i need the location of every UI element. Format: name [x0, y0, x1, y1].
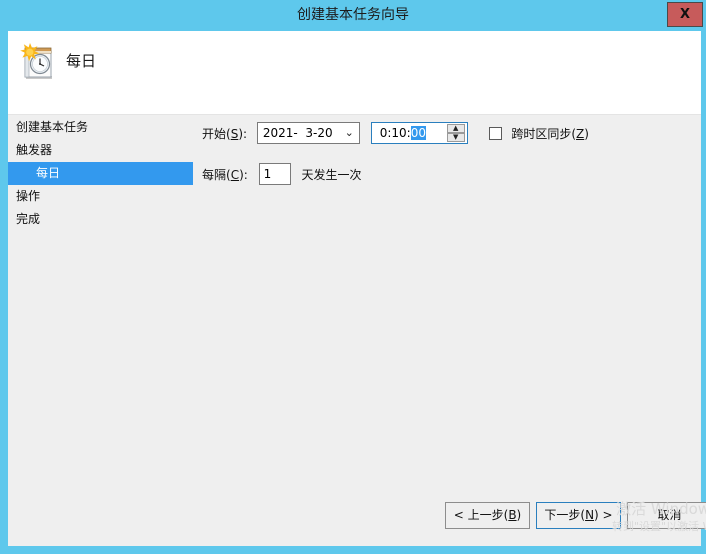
spin-up-icon[interactable]: ▲	[446, 124, 465, 133]
sync-timezone-label: 跨时区同步(Z)	[511, 126, 589, 141]
wizard-window: 创建基本任务向导 X 每日 创建基本任务 触发器 每日 操作 完成 开始(S):…	[0, 0, 706, 554]
spin-down-icon[interactable]: ▼	[446, 133, 465, 142]
start-date-value: 2021- 3-20	[262, 126, 333, 140]
start-time-selected-segment: 00	[410, 126, 426, 140]
back-button[interactable]: < 上一步(B)	[445, 502, 530, 529]
dialog-footer: < 上一步(B) 下一步(N) > 取消	[8, 490, 706, 546]
header-band: 每日	[8, 31, 701, 115]
recurrence-row: 每隔(C): 1 天发生一次	[202, 163, 361, 185]
start-time-value: 0:10:00	[379, 126, 426, 140]
sync-timezone-checkbox[interactable]: 跨时区同步(Z)	[488, 125, 589, 142]
checkbox-box[interactable]	[488, 126, 502, 140]
start-row: 开始(S): 2021- 3-20 ⌄ 0:10:00 ▲ ▼ 跨时区同步(Z)	[202, 122, 589, 144]
sidebar-item-trigger[interactable]: 触发器	[8, 139, 193, 162]
chevron-down-icon: ⌄	[344, 126, 354, 139]
wizard-steps-sidebar: 创建基本任务 触发器 每日 操作 完成	[8, 116, 193, 231]
recur-suffix-label: 天发生一次	[301, 167, 362, 182]
page-title: 每日	[66, 52, 97, 70]
start-label: 开始(S):	[202, 126, 248, 141]
sidebar-item-daily[interactable]: 每日	[8, 162, 193, 185]
start-date-combo[interactable]: 2021- 3-20 ⌄	[256, 122, 360, 144]
sidebar-item-action[interactable]: 操作	[8, 185, 193, 208]
sidebar-item-create-basic-task[interactable]: 创建基本任务	[8, 116, 193, 139]
dialog-client-area: 每日 创建基本任务 触发器 每日 操作 完成 开始(S): 2021- 3-20…	[8, 31, 706, 546]
window-title: 创建基本任务向导	[297, 7, 409, 23]
close-icon[interactable]: X	[667, 2, 703, 27]
cancel-button[interactable]: 取消	[627, 502, 706, 529]
recur-days-input[interactable]: 1	[258, 163, 291, 185]
sidebar-item-finish[interactable]: 完成	[8, 208, 193, 231]
calendar-clock-icon	[17, 41, 59, 85]
recur-label: 每隔(C):	[202, 167, 248, 182]
next-button[interactable]: 下一步(N) >	[536, 502, 621, 529]
time-spin-buttons[interactable]: ▲ ▼	[446, 124, 465, 142]
title-bar: 创建基本任务向导 X	[0, 0, 706, 31]
recur-days-value: 1	[263, 167, 272, 181]
start-time-spinner[interactable]: 0:10:00 ▲ ▼	[370, 122, 468, 144]
